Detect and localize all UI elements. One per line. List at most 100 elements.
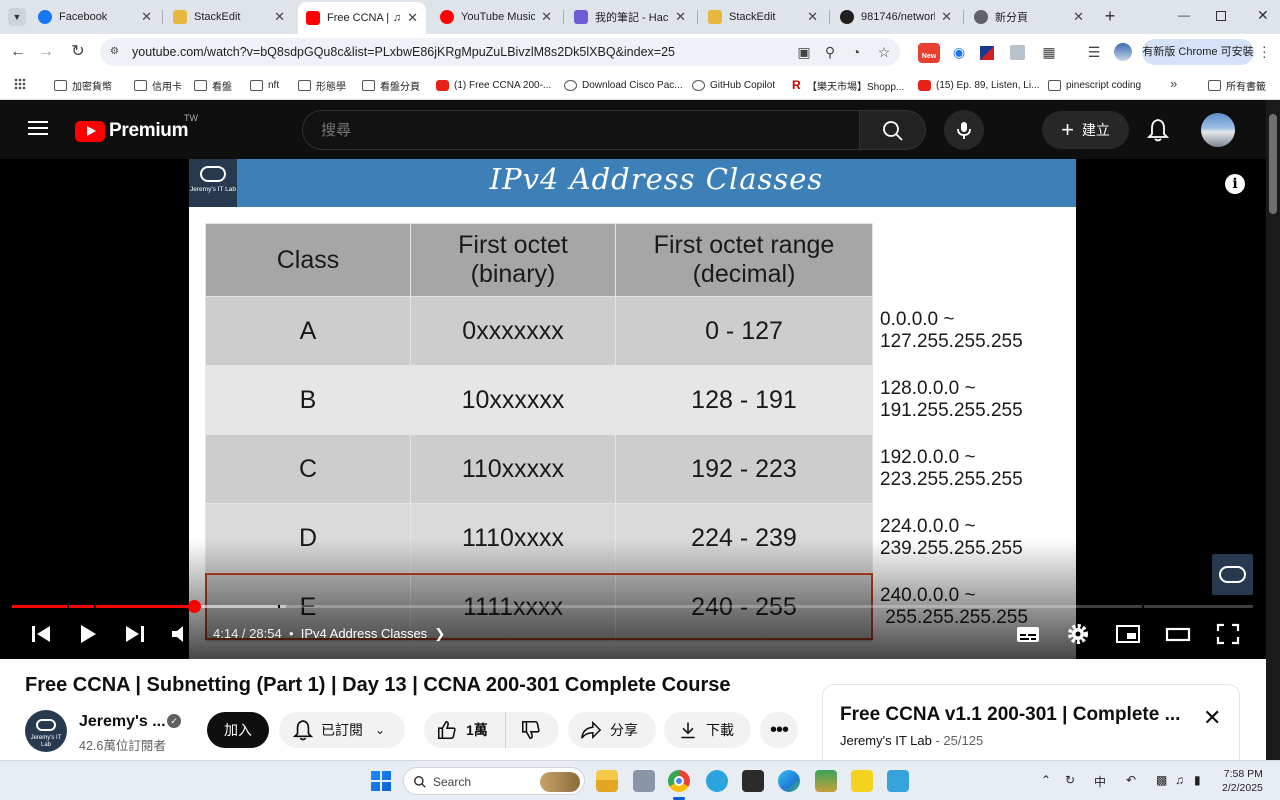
bookmark-item[interactable]: 信用卡	[134, 77, 182, 93]
browser-tab[interactable]: StackEdit ✕	[700, 4, 826, 30]
bookmarks-overflow-icon[interactable]: »	[1170, 76, 1177, 91]
performance-icon[interactable]: ◔	[846, 42, 866, 62]
browser-tab[interactable]: 981746/network ✕	[832, 4, 960, 30]
notepad-icon[interactable]	[887, 770, 909, 792]
media-controls-icon[interactable]: ☰	[1084, 42, 1104, 62]
bookmark-star-icon[interactable]: ☆	[874, 42, 894, 62]
channel-avatar[interactable]: Jeremy's IT Lab	[25, 710, 67, 752]
tab-close-icon[interactable]: ✕	[141, 9, 152, 25]
bookmark-item[interactable]: 形態學	[298, 77, 346, 93]
scrubber-handle[interactable]	[187, 600, 201, 613]
bookmark-item[interactable]: 看盤	[194, 77, 232, 93]
like-button[interactable]: 1萬	[424, 712, 506, 748]
system-clock[interactable]: 7:58 PM 2/2/2025	[1222, 767, 1263, 795]
download-button[interactable]: 下載	[664, 712, 751, 748]
browser-tab[interactable]: YouTube Music ✕	[432, 4, 560, 30]
chrome-menu-icon[interactable]: · · ·	[1262, 39, 1267, 63]
play-icon[interactable]	[74, 622, 102, 646]
page-scrollbar[interactable]	[1266, 100, 1280, 760]
next-icon[interactable]	[120, 622, 148, 646]
bookmark-item[interactable]: 看盤分頁	[362, 77, 420, 93]
chevron-right-icon[interactable]: ❯	[431, 626, 445, 641]
bookmark-item[interactable]: GitHub Copilot	[692, 77, 775, 93]
tab-close-icon[interactable]: ✕	[1073, 9, 1084, 25]
bookmark-item[interactable]: (15) Ep. 89, Listen, Li...	[918, 77, 1039, 93]
bookmark-item[interactable]: 所有書籤	[1208, 77, 1266, 93]
notifications-bell-icon[interactable]	[1147, 118, 1169, 142]
bookmark-item[interactable]: R 【樂天市場】Shopp...	[792, 77, 904, 93]
join-button[interactable]: 加入	[207, 712, 269, 748]
new-tab-button[interactable]: +	[1101, 6, 1119, 26]
extension-new-badge-icon[interactable]: New	[918, 43, 940, 63]
forward-arrow-icon[interactable]: →	[36, 42, 56, 62]
network-icon[interactable]: ▩	[1156, 773, 1167, 787]
chapter-title[interactable]: IPv4 Address Classes	[301, 626, 427, 641]
subtitles-icon[interactable]	[1014, 622, 1042, 646]
file-explorer-icon[interactable]	[596, 770, 618, 792]
chrome-taskbar-icon[interactable]	[668, 770, 690, 792]
window-close-button[interactable]: ✕	[1257, 7, 1269, 24]
restore-button[interactable]	[1216, 11, 1226, 21]
user-avatar[interactable]	[1201, 113, 1235, 147]
search-box[interactable]	[302, 110, 860, 150]
profile-avatar[interactable]	[1114, 43, 1132, 61]
browser-tab[interactable]: 我的筆記 - HackM ✕	[566, 4, 694, 30]
youtube-premium-logo[interactable]: Premium	[75, 120, 189, 142]
close-icon[interactable]: ✕	[1203, 705, 1221, 731]
tab-search-chevron-icon[interactable]: ▼	[8, 8, 26, 26]
playlist-channel[interactable]: Jeremy's IT Lab	[840, 733, 932, 748]
playlist-panel[interactable]: Free CCNA v1.1 200-301 | Complete ... Je…	[822, 684, 1240, 760]
browser-tab[interactable]: Facebook ✕	[30, 4, 160, 30]
share-button[interactable]: 分享	[568, 712, 656, 748]
pinned-app-icon[interactable]	[851, 770, 873, 792]
fullscreen-icon[interactable]	[1214, 622, 1242, 646]
apps-grid-icon[interactable]	[14, 78, 26, 90]
reload-icon[interactable]: ↻	[68, 42, 88, 62]
channel-watermark[interactable]	[1212, 554, 1253, 595]
extension-flag-icon[interactable]	[980, 46, 994, 60]
back-arrow-icon[interactable]: ←	[8, 42, 28, 62]
volume-icon[interactable]	[168, 622, 196, 646]
pinned-app-icon[interactable]	[815, 770, 837, 792]
extensions-puzzle-icon[interactable]: ▦	[1039, 42, 1059, 62]
battery-icon[interactable]: ▮	[1194, 773, 1201, 787]
bookmark-item[interactable]: pinescript coding	[1048, 77, 1141, 93]
browser-tab[interactable]: Free CCNA | ♫ ✕	[298, 2, 426, 34]
ime-mode-indicator[interactable]: 中	[1094, 773, 1106, 790]
tab-close-icon[interactable]: ✕	[541, 9, 552, 25]
thumbs-down-icon[interactable]	[520, 719, 542, 741]
info-icon[interactable]: i	[1225, 174, 1245, 194]
bookmark-item[interactable]: 加密貨幣	[54, 77, 112, 93]
site-info-icon[interactable]: ⚙	[110, 46, 122, 58]
browser-tab[interactable]: 新分頁 ✕	[966, 4, 1092, 30]
search-button[interactable]	[860, 110, 926, 150]
taskbar-search[interactable]: Search	[403, 767, 585, 795]
voice-search-button[interactable]	[944, 110, 984, 150]
windows-start-icon[interactable]	[371, 771, 391, 791]
theater-mode-icon[interactable]	[1164, 622, 1192, 646]
bookmark-item[interactable]: Download Cisco Pac...	[564, 77, 683, 93]
hamburger-menu-icon[interactable]	[28, 117, 48, 139]
playlist-title[interactable]: Free CCNA v1.1 200-301 | Complete ...	[840, 704, 1180, 726]
chrome-update-button[interactable]: 有新版 Chrome 可安裝	[1142, 39, 1254, 65]
tab-close-icon[interactable]: ✕	[807, 9, 818, 25]
extension-translate-icon[interactable]: ◉	[949, 42, 969, 62]
zoom-icon[interactable]: ⚲	[820, 42, 840, 62]
miniplayer-icon[interactable]	[1114, 622, 1142, 646]
terminal-icon[interactable]	[742, 770, 764, 792]
telegram-icon[interactable]	[706, 770, 728, 792]
create-button[interactable]: + 建立	[1042, 111, 1129, 149]
video-player[interactable]: Jeremy's IT Lab IPv4 Address Classes Cla…	[0, 159, 1266, 659]
ime-undo-icon[interactable]: ↶	[1126, 773, 1136, 787]
more-actions-button[interactable]: •••	[760, 712, 798, 748]
address-bar[interactable]: ⚙ youtube.com/watch?v=bQ8sdpGQu8c&list=P…	[100, 38, 900, 66]
tray-overflow-chevron-icon[interactable]: ⌃	[1041, 773, 1051, 787]
tab-close-icon[interactable]: ✕	[941, 9, 952, 25]
bookmark-item[interactable]: (1) Free CCNA 200-...	[436, 77, 551, 93]
sync-icon[interactable]: ↻	[1065, 773, 1075, 787]
previous-icon[interactable]	[28, 622, 56, 646]
minimize-button[interactable]: —	[1178, 8, 1192, 22]
tab-close-icon[interactable]: ✕	[407, 10, 418, 26]
edge-icon[interactable]	[778, 770, 800, 792]
scrollbar-thumb[interactable]	[1269, 114, 1277, 214]
